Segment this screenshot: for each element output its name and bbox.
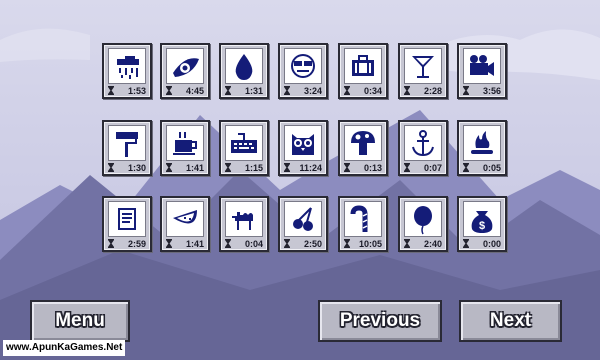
- puzzle-time: 3:56: [482, 86, 501, 96]
- cocktail-glass-icon: [404, 48, 442, 84]
- hourglass-icon: [108, 159, 114, 177]
- mushroom-icon: [344, 125, 382, 161]
- puzzle-time: 10:05: [358, 239, 382, 249]
- watermark-text: www.ApunKaGames.Net: [3, 340, 126, 356]
- puzzle-tile[interactable]: 1:41: [160, 120, 210, 176]
- puzzle-time: 0:13: [363, 163, 382, 173]
- hourglass-icon: [463, 159, 469, 177]
- hourglass-icon: [284, 159, 290, 177]
- puzzle-tile[interactable]: 0:07: [398, 120, 448, 176]
- suitcase-icon: [344, 48, 382, 84]
- cherries-icon: [284, 201, 322, 237]
- puzzle-grid: 1:53 4:45 1:31 3:24 0:34 2:28 3:56 1:30 1:41 1:15…: [0, 0, 600, 270]
- hourglass-icon: [166, 159, 172, 177]
- puzzle-tile[interactable]: 0:34: [338, 43, 388, 99]
- puzzle-tile[interactable]: 3:24: [278, 43, 328, 99]
- campfire-icon: [463, 125, 501, 161]
- hourglass-icon: [166, 82, 172, 100]
- puzzle-time: 11:24: [299, 163, 322, 173]
- candy-cane-icon: [344, 201, 382, 237]
- hourglass-icon: [404, 159, 410, 177]
- puzzle-time: 3:24: [303, 86, 322, 96]
- leaf-swirl-icon: [166, 48, 204, 84]
- paint-roller-icon: [108, 125, 146, 161]
- puzzle-time: 1:30: [127, 163, 146, 173]
- hourglass-icon: [404, 82, 410, 100]
- puzzle-tile[interactable]: 1:15: [219, 120, 269, 176]
- puzzle-time: 0:04: [244, 239, 263, 249]
- hourglass-icon: [404, 235, 410, 253]
- money-bag-icon: $: [463, 201, 501, 237]
- puzzle-tile[interactable]: 2:50: [278, 196, 328, 252]
- puzzle-tile[interactable]: 0:13: [338, 120, 388, 176]
- puzzle-time: 0:05: [482, 163, 501, 173]
- hourglass-icon: [108, 82, 114, 100]
- puzzle-time: 4:45: [185, 86, 204, 96]
- puzzle-tile[interactable]: 2:40: [398, 196, 448, 252]
- anchor-icon: [404, 125, 442, 161]
- camel-icon: [225, 201, 263, 237]
- hourglass-icon: [166, 235, 172, 253]
- previous-button[interactable]: Previous: [318, 300, 442, 342]
- film-camera-icon: [463, 48, 501, 84]
- puzzle-tile[interactable]: 1:30: [102, 120, 152, 176]
- scroll-icon: [108, 201, 146, 237]
- hourglass-icon: [284, 82, 290, 100]
- puzzle-time: 1:31: [244, 86, 263, 96]
- puzzle-tile[interactable]: 2:28: [398, 43, 448, 99]
- balloon-icon: [404, 201, 442, 237]
- hourglass-icon: [225, 82, 231, 100]
- hourglass-icon: [225, 159, 231, 177]
- hourglass-icon: [225, 235, 231, 253]
- puzzle-time: 2:50: [303, 239, 322, 249]
- menu-button[interactable]: Menu: [30, 300, 130, 342]
- keyboard-icon: [225, 125, 263, 161]
- hourglass-icon: [463, 82, 469, 100]
- hourglass-icon: [344, 235, 350, 253]
- puzzle-time: 1:53: [127, 86, 146, 96]
- storm-cloud-icon: [108, 48, 146, 84]
- coffee-cup-icon: [166, 125, 204, 161]
- face-with-glasses-icon: [284, 48, 322, 84]
- hourglass-icon: [463, 235, 469, 253]
- puzzle-time: 1:15: [244, 163, 263, 173]
- puzzle-tile[interactable]: 4:45: [160, 43, 210, 99]
- hourglass-icon: [108, 235, 114, 253]
- svg-text:$: $: [479, 220, 485, 232]
- puzzle-tile[interactable]: 2:59: [102, 196, 152, 252]
- next-button[interactable]: Next: [459, 300, 562, 342]
- puzzle-time: 0:34: [363, 86, 382, 96]
- puzzle-tile[interactable]: 1:53: [102, 43, 152, 99]
- puzzle-time: 0:00: [482, 239, 501, 249]
- hourglass-icon: [344, 82, 350, 100]
- puzzle-time: 1:41: [185, 163, 204, 173]
- puzzle-tile[interactable]: 1:31: [219, 43, 269, 99]
- puzzle-time: 0:07: [423, 163, 442, 173]
- puzzle-tile[interactable]: 0:05: [457, 120, 507, 176]
- puzzle-tile[interactable]: 10:05: [338, 196, 388, 252]
- puzzle-time: 1:41: [185, 239, 204, 249]
- owl-icon: [284, 125, 322, 161]
- puzzle-time: 2:40: [423, 239, 442, 249]
- hourglass-icon: [284, 235, 290, 253]
- puzzle-time: 2:59: [127, 239, 146, 249]
- puzzle-tile[interactable]: 11:24: [278, 120, 328, 176]
- puzzle-tile[interactable]: 0:04: [219, 196, 269, 252]
- water-drop-icon: [225, 48, 263, 84]
- puzzle-tile[interactable]: 1:41: [160, 196, 210, 252]
- puzzle-tile[interactable]: $0:00: [457, 196, 507, 252]
- puzzle-time: 2:28: [423, 86, 442, 96]
- watermelon-slice-icon: [166, 201, 204, 237]
- puzzle-tile[interactable]: 3:56: [457, 43, 507, 99]
- hourglass-icon: [344, 159, 350, 177]
